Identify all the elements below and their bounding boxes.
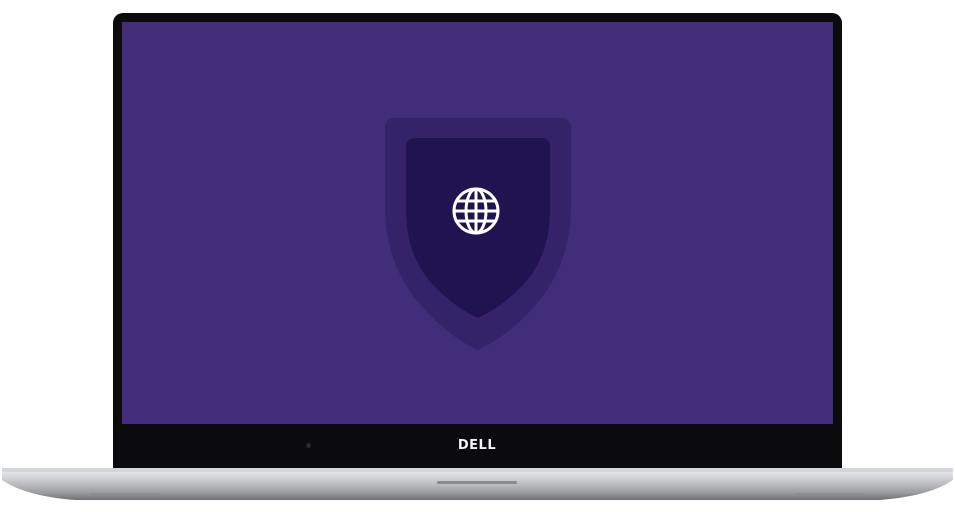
brand-logo: DELL [457, 438, 497, 453]
laptop-screen [122, 22, 833, 424]
laptop-base [2, 468, 953, 500]
globe-icon [452, 187, 500, 235]
webcam [306, 443, 311, 448]
laptop-illustration: DELL [0, 0, 955, 512]
